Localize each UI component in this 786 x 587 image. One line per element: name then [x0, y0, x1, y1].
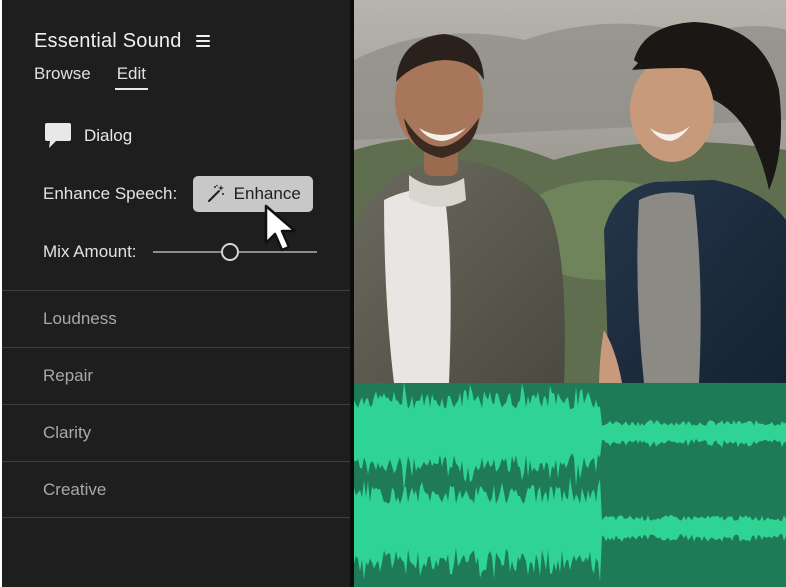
section-list: Loudness Repair Clarity Creative [2, 290, 350, 518]
enhance-button-label: Enhance [233, 184, 301, 203]
section-creative[interactable]: Creative [2, 461, 350, 518]
panel-title: Essential Sound [34, 29, 182, 52]
panel-tabs: Browse Edit [34, 64, 149, 90]
tab-edit[interactable]: Edit [114, 64, 149, 90]
section-label: Loudness [43, 309, 117, 328]
section-repair[interactable]: Repair [2, 347, 350, 404]
panel-header: Essential Sound [34, 28, 210, 54]
video-frame-image [354, 0, 786, 383]
section-clarity[interactable]: Clarity [2, 404, 350, 461]
tab-browse[interactable]: Browse [34, 64, 91, 90]
dialog-type-row: Dialog [42, 120, 132, 152]
section-loudness[interactable]: Loudness [2, 290, 350, 347]
video-frame-illustration [354, 0, 786, 383]
section-label: Repair [43, 366, 94, 385]
section-label: Clarity [43, 423, 92, 442]
audio-waveform [354, 383, 786, 587]
speech-bubble-icon [45, 123, 71, 148]
mouse-pointer-icon [264, 204, 297, 252]
magic-wand-icon [207, 184, 224, 202]
waveform-channel [354, 383, 786, 492]
app-window: Essential Sound Browse Edit Dialog Enhan… [0, 0, 786, 587]
section-label: Creative [43, 479, 107, 499]
hamburger-menu-icon[interactable] [195, 35, 210, 47]
waveform-channel [354, 477, 786, 583]
waveform-graphic [354, 383, 786, 583]
slider-thumb[interactable] [221, 243, 240, 261]
dialog-label: Dialog [84, 126, 133, 145]
essential-sound-panel: Essential Sound Browse Edit Dialog Enhan… [2, 0, 352, 587]
mix-amount-label: Mix Amount: [43, 242, 137, 261]
enhance-speech-label: Enhance Speech: [43, 184, 178, 203]
